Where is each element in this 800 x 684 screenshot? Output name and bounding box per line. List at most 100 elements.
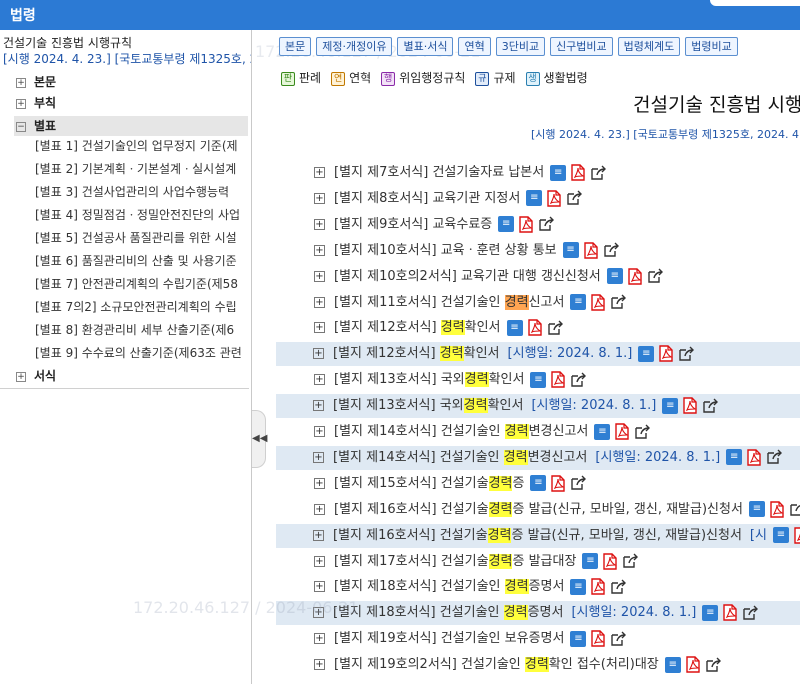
expand-icon[interactable]: + bbox=[314, 218, 325, 230]
pdf-icon[interactable] bbox=[546, 190, 562, 207]
doc-icon[interactable]: ≡ bbox=[748, 501, 765, 518]
pdf-icon[interactable] bbox=[590, 630, 606, 647]
pdf-icon[interactable] bbox=[570, 164, 586, 181]
expand-icon[interactable]: + bbox=[314, 322, 325, 334]
share-icon[interactable] bbox=[702, 398, 719, 414]
doc-icon[interactable]: ≡ bbox=[506, 319, 523, 336]
pdf-icon[interactable] bbox=[614, 423, 630, 440]
toolbar-button-reason[interactable]: 제정·개정이유 bbox=[316, 37, 393, 56]
share-icon[interactable] bbox=[647, 268, 664, 284]
pdf-icon[interactable] bbox=[602, 552, 618, 570]
share-icon[interactable] bbox=[570, 475, 587, 491]
form-row[interactable]: + [별지 제8호서식] 교육기관 지정서 ≡ bbox=[277, 187, 583, 211]
expand-icon[interactable]: + bbox=[314, 296, 325, 308]
toolbar-button-history[interactable]: 연혁 bbox=[458, 37, 491, 56]
share-icon[interactable] bbox=[705, 657, 722, 673]
pdf-icon[interactable] bbox=[682, 397, 698, 414]
expand-icon[interactable]: + bbox=[314, 633, 325, 645]
pdf-icon[interactable] bbox=[527, 319, 543, 337]
doc-icon[interactable]: ≡ bbox=[530, 475, 547, 492]
share-icon[interactable] bbox=[622, 553, 639, 569]
expand-icon[interactable]: + bbox=[314, 426, 325, 437]
appendix-item[interactable]: [별표 4] 정밀점검ㆍ정밀안전진단의 사업 bbox=[35, 205, 240, 225]
toolbar-button-forms[interactable]: 별표·서식 bbox=[397, 37, 454, 56]
form-row[interactable]: + [별지 제12호서식] 경력확인서 ≡ bbox=[277, 316, 564, 340]
tree-node-forms[interactable]: + 서식 bbox=[16, 366, 56, 386]
pdf-icon[interactable] bbox=[722, 604, 738, 621]
doc-icon[interactable]: ≡ bbox=[772, 527, 789, 544]
pdf-icon[interactable] bbox=[746, 449, 762, 466]
pdf-icon[interactable] bbox=[590, 578, 606, 596]
collapse-icon[interactable]: − bbox=[16, 121, 26, 132]
doc-icon[interactable]: ≡ bbox=[550, 164, 567, 181]
doc-icon[interactable]: ≡ bbox=[664, 656, 681, 673]
share-icon[interactable] bbox=[566, 190, 583, 206]
toolbar-button-3way[interactable]: 3단비교 bbox=[495, 37, 546, 56]
expand-icon[interactable]: + bbox=[313, 451, 324, 463]
doc-icon[interactable]: ≡ bbox=[638, 345, 655, 362]
share-icon[interactable] bbox=[547, 320, 564, 336]
expand-icon[interactable]: + bbox=[314, 167, 325, 178]
share-icon[interactable] bbox=[590, 165, 607, 181]
form-row[interactable]: + [별지 제13호서식] 국외경력확인서 ≡ bbox=[277, 368, 587, 392]
doc-icon[interactable]: ≡ bbox=[594, 423, 611, 440]
expand-icon[interactable]: + bbox=[314, 659, 325, 671]
form-row[interactable]: + [별지 제19호서식] 건설기술인 보유증명서 ≡ bbox=[277, 627, 627, 651]
appendix-item[interactable]: [별표 1] 건설기술인의 업무정지 기준(제 bbox=[35, 136, 238, 156]
form-row[interactable]: + [별지 제14호서식] 건설기술인 경력변경신고서 ≡ bbox=[277, 420, 651, 444]
expand-icon[interactable]: + bbox=[16, 371, 26, 382]
form-row[interactable]: + [별지 제7호서식] 건설기술자료 납본서 ≡ bbox=[277, 161, 607, 185]
pdf-icon[interactable] bbox=[518, 216, 534, 233]
appendix-item[interactable]: [별표 9] 수수료의 산출기준(제63조 관련 bbox=[35, 343, 242, 363]
form-row[interactable]: + [별지 제11호서식] 건설기술인 경력신고서 ≡ bbox=[277, 291, 627, 315]
appendix-item[interactable]: [별표 7] 안전관리계획의 수립기준(제58 bbox=[35, 274, 238, 294]
form-row[interactable]: + [별지 제19호의2서식] 건설기술인 경력확인 접수(처리)대장 ≡ bbox=[277, 653, 722, 677]
toolbar-button-structure[interactable]: 법령체계도 bbox=[617, 37, 681, 56]
expand-icon[interactable]: + bbox=[314, 270, 325, 282]
appendix-item[interactable]: [별표 2] 기본계획ㆍ기본설계ㆍ실시설계 bbox=[35, 159, 236, 179]
doc-icon[interactable]: ≡ bbox=[606, 268, 623, 285]
form-row[interactable]: + [별지 제15호서식] 건설기술경력증 ≡ bbox=[277, 472, 587, 496]
share-icon[interactable] bbox=[789, 501, 800, 517]
doc-icon[interactable]: ≡ bbox=[526, 190, 543, 207]
collapse-panel-button[interactable]: ◀◀ bbox=[252, 410, 267, 468]
tree-node-body[interactable]: + 본문 bbox=[16, 72, 56, 92]
share-icon[interactable] bbox=[603, 242, 620, 258]
toolbar-button-compare[interactable]: 법령비교 bbox=[685, 37, 738, 56]
form-row[interactable]: + [별지 제10호서식] 교육ㆍ훈련 상황 통보 ≡ bbox=[277, 239, 620, 263]
share-icon[interactable] bbox=[570, 372, 587, 388]
expand-icon[interactable]: + bbox=[313, 529, 324, 541]
expand-icon[interactable]: + bbox=[16, 98, 26, 109]
top-search-tab[interactable] bbox=[710, 0, 800, 6]
tree-node-appendix[interactable]: − 별표 bbox=[14, 116, 248, 136]
toolbar-button-body[interactable]: 본문 bbox=[279, 37, 312, 56]
share-icon[interactable] bbox=[610, 631, 627, 647]
form-row[interactable]: + [별지 제18호서식] 건설기술인 경력증명서 ≡ bbox=[277, 575, 627, 599]
doc-icon[interactable]: ≡ bbox=[498, 216, 515, 233]
form-row[interactable]: + [별지 제16호서식] 건설기술경력증 발급(신규, 모바일, 갱신, 재발급… bbox=[276, 523, 800, 548]
expand-icon[interactable]: + bbox=[314, 503, 325, 515]
doc-icon[interactable]: ≡ bbox=[562, 242, 579, 259]
appendix-item[interactable]: [별표 7의2] 소규모안전관리계획의 수립 bbox=[35, 297, 237, 317]
doc-icon[interactable]: ≡ bbox=[530, 371, 547, 388]
expand-icon[interactable]: + bbox=[314, 192, 325, 204]
share-icon[interactable] bbox=[610, 579, 627, 595]
share-icon[interactable] bbox=[538, 216, 555, 232]
pdf-icon[interactable] bbox=[550, 371, 566, 388]
form-row[interactable]: + [별지 제10호의2서식] 교육기관 대행 갱신신청서 ≡ bbox=[277, 265, 664, 289]
appendix-item[interactable]: [별표 6] 품질관리비의 산출 및 사용기준 bbox=[35, 251, 237, 271]
doc-icon[interactable]: ≡ bbox=[570, 630, 587, 647]
form-row[interactable]: + [별지 제14호서식] 건설기술인 경력변경신고서 [시행일: 2024. 8.… bbox=[276, 445, 800, 470]
expand-icon[interactable]: + bbox=[313, 400, 324, 412]
doc-icon[interactable]: ≡ bbox=[702, 604, 719, 621]
expand-icon[interactable]: + bbox=[314, 555, 325, 567]
appendix-item[interactable]: [별표 8] 환경관리비 세부 산출기준(제6 bbox=[35, 320, 234, 340]
share-icon[interactable] bbox=[742, 605, 759, 621]
appendix-item[interactable]: [별표 3] 건설사업관리의 사업수행능력 bbox=[35, 182, 229, 202]
doc-icon[interactable]: ≡ bbox=[726, 449, 743, 466]
expand-icon[interactable]: + bbox=[16, 77, 26, 88]
expand-icon[interactable]: + bbox=[313, 348, 324, 360]
pdf-icon[interactable] bbox=[769, 500, 785, 518]
share-icon[interactable] bbox=[634, 424, 651, 440]
share-icon[interactable] bbox=[766, 449, 783, 465]
